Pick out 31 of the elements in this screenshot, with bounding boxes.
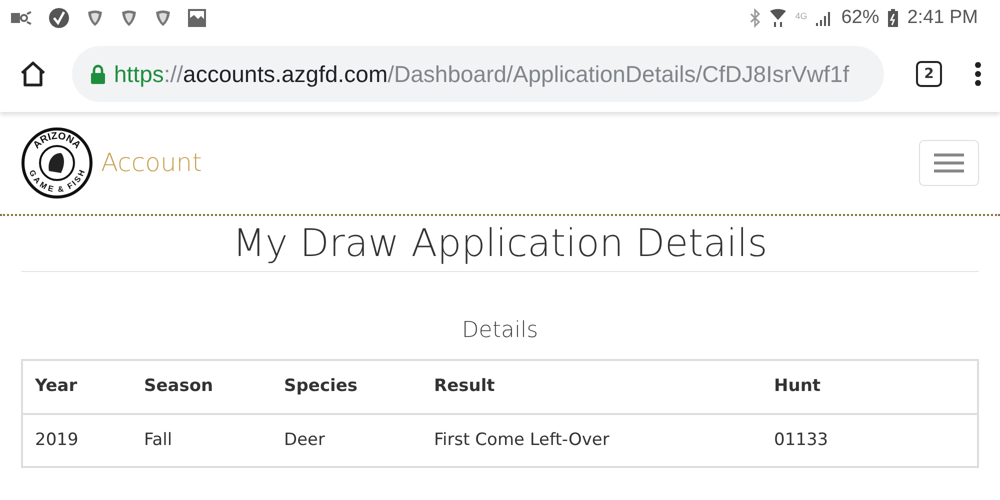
lock-icon — [90, 64, 106, 84]
column-header: Year — [22, 360, 132, 414]
table-cell: Deer — [272, 414, 422, 467]
column-header: Result — [422, 360, 762, 414]
shield-icon — [120, 9, 138, 27]
table-cell: Fall — [132, 414, 272, 467]
clock: 2:41 PM — [907, 6, 978, 30]
column-header: Hunt — [762, 360, 978, 414]
battery-icon — [887, 8, 900, 28]
tab-count-button[interactable]: 2 — [916, 61, 942, 87]
section-title: Details — [460, 317, 540, 345]
url-text: https://accounts.azgfd.com/Dashboard/ApplicationDetails/CfDJ8IsrVwf1f — [114, 60, 850, 89]
voicemail-icon — [10, 10, 32, 26]
table-cell: First Come Left-Over — [422, 414, 762, 467]
check-circle-icon — [48, 7, 70, 29]
wifi-icon — [769, 8, 788, 28]
column-header: Season — [132, 360, 272, 414]
menu-icon — [933, 153, 965, 173]
shield-icon — [86, 9, 104, 27]
network-label: 4G — [795, 10, 808, 23]
shield-icon — [154, 9, 172, 27]
menu-button[interactable] — [919, 140, 979, 186]
table-cell: 01133 — [762, 414, 978, 467]
battery-percent: 62% — [841, 6, 880, 30]
address-bar[interactable]: https://accounts.azgfd.com/Dashboard/ApplicationDetails/CfDJ8IsrVwf1f — [72, 46, 884, 102]
table-cell: 2019 — [22, 414, 132, 467]
column-header: Species — [272, 360, 422, 414]
bluetooth-icon — [749, 8, 762, 28]
image-icon — [188, 9, 206, 27]
page-title: My Draw Application Details — [232, 220, 768, 266]
more-options-icon[interactable] — [974, 61, 982, 87]
